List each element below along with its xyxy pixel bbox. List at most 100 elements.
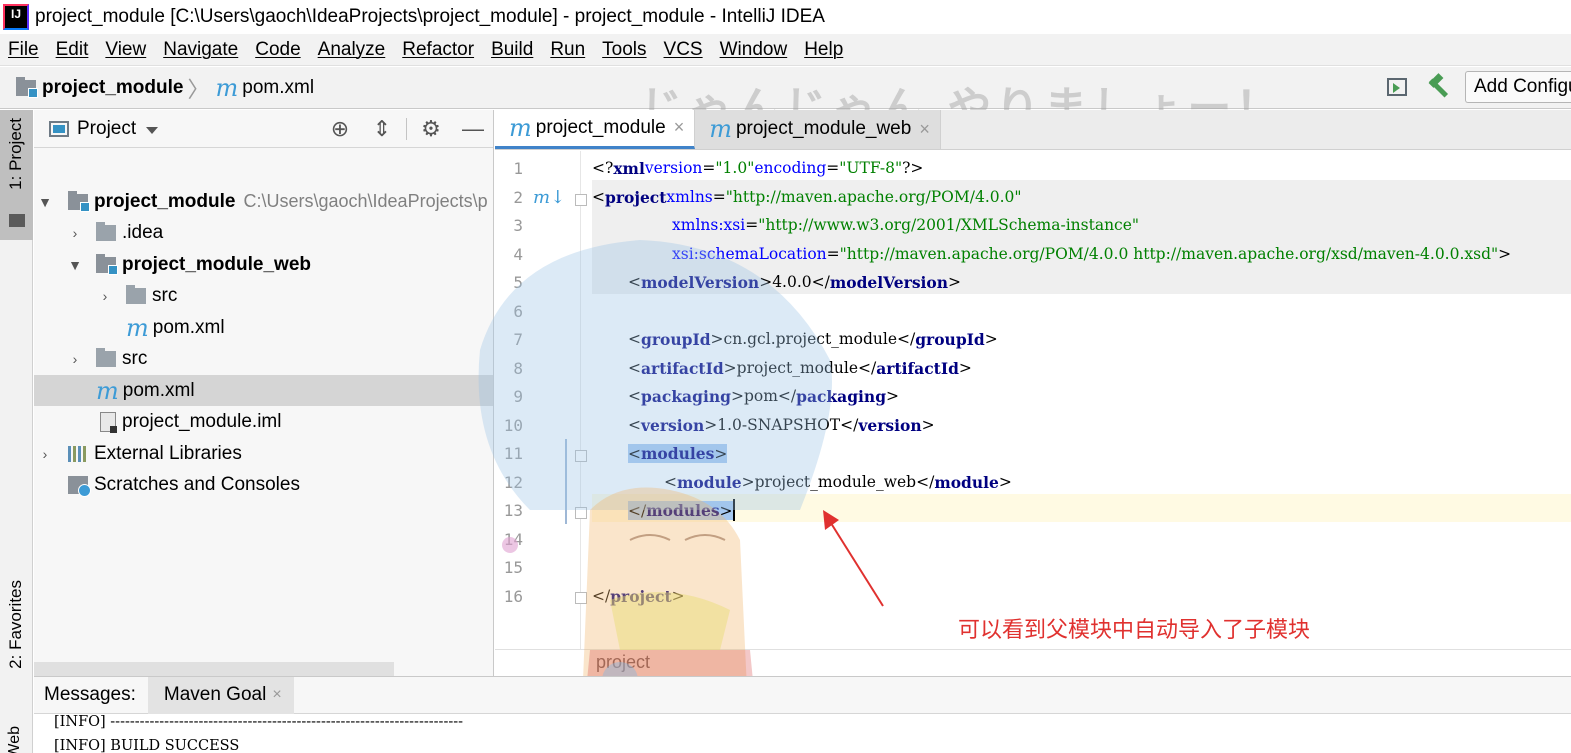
chevron-down-icon[interactable]: ▼ [66,257,84,273]
tree-item-label: project_module [94,190,236,212]
project-tool-window: Project ⊕ ⇕ ⚙ — ▼ project_module C:\User… [34,110,494,676]
maven-icon: m [96,376,119,405]
menu-run[interactable]: Run [542,39,594,61]
project-tool-label: 1: Project [6,118,25,190]
web-tool-label[interactable]: Web [6,726,24,753]
tree-item-pom-selected[interactable]: m pom.xml [34,375,493,406]
close-icon[interactable]: × [919,119,930,140]
menu-window[interactable]: Window [712,39,797,61]
project-panel-title[interactable]: Project [77,118,136,140]
tree-item-label: .idea [122,221,164,243]
menu-tools[interactable]: Tools [594,39,655,61]
tree-item-external-libraries[interactable]: › External Libraries [34,438,493,469]
menu-file[interactable]: File [0,39,48,61]
tree-item-label: src [122,347,148,369]
line-number: 1 [513,159,523,178]
tab-project-module[interactable]: m project_module × [495,110,696,149]
fold-marker-icon[interactable] [575,194,587,206]
code-line-4: xsi:schemaLocation = "http://maven.apache.… [672,245,1512,263]
navigation-bar: project_module 〉 m pom.xml Add Configura… [0,67,1571,109]
tree-item-web-pom[interactable]: m pom.xml [34,312,493,343]
fold-marker-icon[interactable] [575,507,587,519]
add-configuration-button[interactable]: Add Configuration... [1465,71,1571,103]
project-panel-header: Project ⊕ ⇕ ⚙ — [34,110,493,148]
current-line-highlight [592,494,1571,522]
menu-code[interactable]: Code [247,39,309,61]
chevron-right-icon: 〉 [187,76,210,102]
messages-log[interactable]: [INFO] ---------------------------------… [34,714,1571,753]
tree-item-label: project_module_web [122,253,311,275]
chevron-right-icon[interactable]: › [66,225,84,241]
menu-build[interactable]: Build [483,39,542,61]
maven-override-gutter-icon[interactable]: m↓ [533,187,565,208]
gear-icon[interactable]: ⚙ [419,116,443,142]
toolbar-right: Add Configuration... [1387,71,1571,103]
maven-icon: m [126,313,149,342]
window-title: project_module [C:\Users\gaoch\IdeaProje… [35,6,825,27]
minimize-icon[interactable]: — [461,116,485,142]
red-annotation-arrow [823,510,884,607]
collapse-all-icon[interactable]: ⇕ [370,116,394,142]
nav-file-crumb[interactable]: pom.xml [242,77,314,99]
menu-refactor[interactable]: Refactor [394,39,483,61]
tree-item-web-src[interactable]: › src [34,280,493,311]
run-window-icon[interactable] [1387,78,1407,96]
breadcrumb-project[interactable]: project [596,652,650,673]
favorites-tool-label[interactable]: 2: Favorites [6,580,26,669]
title-bar: IJ project_module [C:\Users\gaoch\IdeaPr… [0,0,1571,34]
code-content[interactable]: <? xml version = "1.0" encoding = "UTF-8" ?> <… [592,151,1571,649]
chevron-right-icon[interactable]: › [96,288,114,304]
code-line-7: < groupId > cn.gcl.project_module </groupId > [628,329,998,349]
left-tool-stripe: 1: Project 2: Favorites ★ [0,110,33,753]
code-line-2: < project xmlns = "http://maven.apache.org/… [592,187,1022,207]
text-cursor [732,499,735,521]
menu-view[interactable]: View [97,39,155,61]
fold-marker-icon[interactable] [575,592,587,604]
menu-bar: File Edit View Navigate Code Analyze Ref… [0,34,1571,66]
code-line-12: < module > project_module_web </module > [664,472,1012,492]
divider [406,118,407,140]
build-hammer-icon[interactable] [1427,75,1451,99]
project-tool-button[interactable]: 1: Project [0,110,33,240]
code-line-3: xmlns:xsi = "http://www.w3.org/2001/XMLSch… [672,216,1140,234]
horizontal-scrollbar[interactable] [34,662,394,676]
menu-help[interactable]: Help [796,39,852,61]
tree-item-src[interactable]: › src [34,343,493,374]
code-line-9: < packaging > pom </packaging > [628,386,900,406]
code-line-5: < modelVersion >4.0.0 </modelVersion > [628,272,962,292]
close-icon[interactable]: × [272,686,281,704]
tree-item-scratches[interactable]: Scratches and Consoles [34,469,493,500]
code-line-1: <? xml version = "1.0" encoding = "UTF-8" ?> [592,158,924,178]
chevron-down-icon[interactable]: ▼ [36,194,54,210]
menu-edit[interactable]: Edit [48,39,98,61]
annotation-text: 可以看到父模块中自动导入了子模块 [958,618,1311,643]
tree-item-label: Scratches and Consoles [94,473,300,495]
chevron-right-icon[interactable]: › [66,351,84,367]
menu-analyze[interactable]: Analyze [310,39,395,61]
tab-maven-goal[interactable]: Maven Goal × [147,676,294,714]
log-line: [INFO] ---------------------------------… [54,714,464,730]
tree-item-iml[interactable]: project_module.iml [34,406,493,437]
folder-icon [96,221,116,241]
module-folder-icon [16,76,38,98]
line-number: 10 [503,416,523,435]
project-view-icon [49,120,69,137]
tab-project-module-web[interactable]: m project_module_web × [695,110,941,149]
menu-vcs[interactable]: VCS [656,39,712,61]
tree-item-project-module[interactable]: ▼ project_module C:\Users\gaoch\IdeaProj… [34,186,493,217]
menu-navigate[interactable]: Navigate [155,39,247,61]
nav-project-crumb[interactable]: project_module [42,77,183,99]
tree-item-path: C:\Users\gaoch\IdeaProjects\p [243,191,488,211]
fold-marker-icon[interactable] [575,450,587,462]
locate-target-icon[interactable]: ⊕ [328,116,352,142]
line-number: 8 [513,359,523,378]
messages-header: Messages: Maven Goal × [34,676,1571,714]
bottom-left-stripe: Web [0,676,33,753]
intellij-app-icon: IJ [3,4,29,30]
close-icon[interactable]: × [674,117,685,138]
chevron-right-icon[interactable]: › [36,446,54,462]
tree-item-project-module-web[interactable]: ▼ project_module_web [34,249,493,280]
chevron-down-icon[interactable] [146,126,159,134]
scratches-icon [68,475,91,497]
tree-item-idea[interactable]: › .idea [34,217,493,248]
